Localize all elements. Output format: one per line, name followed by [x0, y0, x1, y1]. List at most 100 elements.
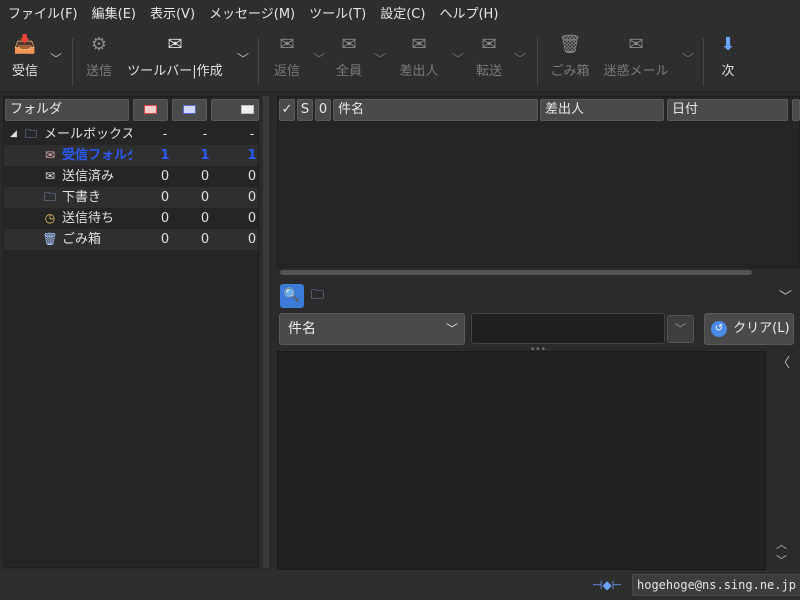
folder-row-draft[interactable]: 🗀 下書き 0 0 0: [4, 187, 258, 208]
new-column-header[interactable]: [172, 99, 207, 121]
send-label: 送信: [85, 64, 112, 79]
message-preview[interactable]: [277, 351, 766, 570]
search-field-value: 件名: [288, 321, 316, 337]
menu-view[interactable]: 表示(V): [150, 3, 195, 22]
scroll-up-icon[interactable]: ︿: [776, 536, 787, 552]
horizontal-scrollbar[interactable]: [280, 270, 752, 275]
reply-dropdown-icon[interactable]: ﹀: [313, 50, 325, 67]
spam-dropdown-icon[interactable]: ﹀: [682, 50, 694, 67]
status-column-header[interactable]: S: [297, 99, 313, 121]
unread-column-header[interactable]: [133, 99, 168, 121]
compose-label: ツールバー|作成: [127, 64, 223, 79]
sender-column-header[interactable]: 差出人: [540, 99, 664, 121]
check-header-label: ✓: [281, 102, 293, 117]
folder-total-count: 0: [247, 169, 257, 184]
folder-new-count: 0: [200, 190, 210, 205]
reply-all-icon: ✉: [341, 34, 357, 55]
receive-dropdown-icon[interactable]: ﹀: [50, 50, 62, 67]
folder-row-inbox[interactable]: ✉ 受信フォルダ 1 1 1: [4, 145, 258, 166]
folder-name: 送信済み: [62, 169, 115, 184]
extra-column-header[interactable]: [792, 99, 800, 121]
search-folder-icon[interactable]: 🗀: [311, 286, 324, 308]
folder-unread-count: 0: [160, 190, 170, 205]
folder-row-mailbox[interactable]: ◢ 🗀 メールボックス - - -: [4, 124, 258, 145]
menu-help[interactable]: ヘルプ(H): [439, 3, 498, 22]
menu-file[interactable]: ファイル(F): [8, 3, 78, 22]
menu-tools[interactable]: ツール(T): [309, 3, 366, 22]
folder-row-trash[interactable]: 🗑 ごみ箱 0 0 0: [4, 229, 258, 250]
folder-total-count: 1: [247, 148, 257, 163]
sent-icon: ✉: [44, 169, 56, 183]
trash-can-icon: 🗑: [558, 34, 582, 55]
quick-search-toggle-button[interactable]: 🔍: [280, 284, 304, 308]
spam-button[interactable]: ✉ 迷惑メール: [602, 32, 670, 88]
search-history-dropdown[interactable]: ﹀: [667, 315, 694, 343]
reply-sender-icon: ✉: [411, 34, 427, 55]
clear-icon: ↺: [711, 320, 727, 337]
send-icon: ⚙: [90, 34, 108, 55]
reply-all-button[interactable]: ✉ 全員: [334, 32, 364, 88]
compose-dropdown-icon[interactable]: ﹀: [237, 50, 249, 67]
folder-unread-count: 1: [160, 148, 170, 163]
reply-all-dropdown-icon[interactable]: ﹀: [374, 50, 386, 67]
scroll-down-icon[interactable]: ﹀: [776, 552, 787, 568]
chevron-down-icon: ﹀: [674, 322, 687, 336]
search-field-select[interactable]: 件名 ﹀: [279, 313, 465, 345]
date-column-header[interactable]: 日付: [667, 99, 788, 121]
status-header-label: S: [300, 102, 310, 117]
compose-icon: ✉: [167, 34, 183, 55]
attachment-header-label: 0: [318, 102, 328, 117]
folder-name: 下書き: [62, 190, 102, 205]
folder-new-count: 0: [200, 169, 210, 184]
reply-button[interactable]: ✉ 返信: [270, 32, 304, 88]
date-header-label: 日付: [672, 102, 699, 117]
folder-row-sent[interactable]: ✉ 送信済み 0 0 0: [4, 166, 258, 187]
expand-triangle-icon[interactable]: ◢: [10, 124, 17, 145]
folder-new-count: 0: [200, 232, 210, 247]
receive-icon: 📥: [13, 34, 37, 55]
menu-settings[interactable]: 設定(C): [380, 3, 425, 22]
spam-icon: ✉: [628, 34, 644, 55]
message-list[interactable]: ✓ S 0 件名 差出人 日付: [277, 96, 800, 268]
account-selector[interactable]: hogehoge@ns.sing.ne.jp: [632, 574, 800, 596]
trash-label: ごみ箱: [550, 64, 590, 79]
next-button[interactable]: ⬇ 次: [716, 32, 740, 88]
trash-icon: 🗑: [42, 232, 58, 246]
reply-sender-button[interactable]: ✉ 差出人: [398, 32, 440, 88]
reply-sender-dropdown-icon[interactable]: ﹀: [452, 50, 464, 67]
forward-icon: ✉: [481, 34, 497, 55]
search-input[interactable]: [471, 313, 665, 344]
folder-total-count: 0: [247, 232, 257, 247]
folder-column-header[interactable]: フォルダ: [5, 99, 129, 121]
chevron-down-icon[interactable]: ﹀: [779, 286, 792, 305]
next-label: 次: [721, 64, 735, 79]
toolbar-separator: [703, 38, 704, 86]
menu-message[interactable]: メッセージ(M): [209, 3, 295, 22]
check-column-header[interactable]: ✓: [279, 99, 295, 121]
reply-label: 返信: [273, 64, 300, 79]
forward-button[interactable]: ✉ 転送: [474, 32, 504, 88]
receive-button[interactable]: 📥 受信: [8, 32, 42, 88]
total-column-header[interactable]: [211, 99, 259, 121]
chevron-left-icon[interactable]: 〈: [777, 352, 790, 371]
forward-dropdown-icon[interactable]: ﹀: [514, 50, 526, 67]
toolbar-separator: [537, 38, 538, 86]
send-button[interactable]: ⚙ 送信: [84, 32, 114, 88]
online-status-icon[interactable]: ⊣◆⊢: [592, 578, 622, 592]
folder-row-queue[interactable]: ◷ 送信待ち 0 0 0: [4, 208, 258, 229]
folder-tree: フォルダ ◢ 🗀 メールボックス - - - ✉ 受信フォルダ 1 1 1 ✉ …: [3, 96, 259, 568]
unread-mail-icon: [144, 105, 157, 114]
subject-column-header[interactable]: 件名: [333, 99, 538, 121]
subject-header-label: 件名: [338, 102, 365, 117]
inbox-icon: ✉: [44, 148, 56, 162]
reply-icon: ✉: [279, 34, 295, 55]
pane-splitter[interactable]: [263, 96, 269, 568]
menu-edit[interactable]: 編集(E): [92, 3, 136, 22]
reply-all-label: 全員: [335, 64, 362, 79]
clear-button[interactable]: ↺ クリア(L): [704, 313, 794, 345]
folder-unread-count: 0: [160, 169, 170, 184]
compose-button[interactable]: ✉ ツールバー|作成: [125, 32, 225, 88]
trash-button[interactable]: 🗑 ごみ箱: [549, 32, 591, 88]
attachment-column-header[interactable]: 0: [315, 99, 331, 121]
new-mail-icon: [183, 105, 196, 114]
